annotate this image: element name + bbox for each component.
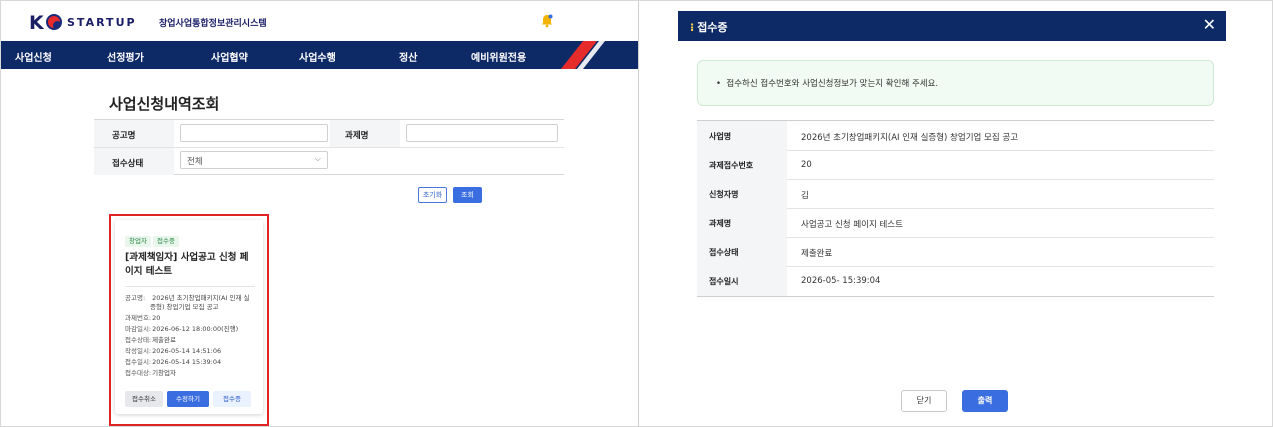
favorite-star-icon[interactable]: ☆ <box>207 94 219 109</box>
status-select[interactable]: 전체 ⌵ <box>180 151 328 169</box>
modal-title-text: 접수증 <box>697 21 728 34</box>
table-row: 사업명 2026년 초기창업패키지(AI 인재 실증형) 창업기업 모집 공고 <box>697 121 1214 151</box>
info-value: 20 <box>152 314 161 322</box>
card-divider <box>125 286 255 287</box>
edit-button[interactable]: 수정하기 <box>167 391 209 407</box>
info-row-notice: 공고명: 2026년 초기창업패키지(AI 인재 실 <box>125 294 260 303</box>
row-label: 사업명 <box>709 132 732 141</box>
table-row: 신청자명 김 <box>697 179 1214 209</box>
card-title: [과제책임자] 사업공고 신청 페이지 테스트 <box>125 252 249 277</box>
row-value: 20 <box>801 160 812 170</box>
receipt-button[interactable]: 접수증 <box>213 391 251 407</box>
info-value: 기창업자 <box>152 369 176 377</box>
nav-item-evaluation[interactable]: 선정평가 <box>107 49 144 64</box>
notice-box: • 접수하신 접수번호와 사업신청정보가 맞는지 확인해 주세요. <box>697 60 1214 106</box>
row-label: 과제명 <box>709 219 732 228</box>
row-value: 사업공고 신청 페이지 테스트 <box>801 220 903 230</box>
status-select-value: 전체 <box>187 157 203 167</box>
info-notice-continued: 증형) 창업기업 모집 공고 <box>150 303 219 311</box>
row-divider <box>94 147 564 148</box>
info-value: 2026-05-14 14:51:06 <box>152 347 222 355</box>
nav-item-execution[interactable]: 사업수행 <box>299 49 336 64</box>
info-value: 2026-05-14 15:39:04 <box>152 358 222 366</box>
table-row: 과제명 사업공고 신청 페이지 테스트 <box>697 208 1214 238</box>
info-key: 접수일시: <box>125 358 152 366</box>
info-row-received: 접수일시: 2026-05-14 15:39:04 <box>125 358 260 367</box>
title-dot-icon: ⁝ <box>690 21 695 34</box>
info-row-task-number: 과제번호: 20 <box>125 314 260 323</box>
top-header: K STARTUP 창업사업통합정보관리시스템 <box>1 1 638 41</box>
modal-header: ⁝ 접수증 ✕ <box>678 11 1226 41</box>
reset-button[interactable]: 초기화 <box>418 187 447 203</box>
receipt-modal: ⁝ 접수증 ✕ • 접수하신 접수번호와 사업신청정보가 맞는지 확인해 주세요.… <box>639 1 1272 426</box>
nav-decoration <box>561 41 605 69</box>
application-list-page: K STARTUP 창업사업통합정보관리시스템 사업신청 선정평가 사업협약 사… <box>1 1 638 426</box>
info-row-status: 접수상태: 제출완료 <box>125 336 260 345</box>
print-button[interactable]: 출력 <box>962 390 1008 412</box>
row-value: 2026년 초기창업패키지(AI 인재 실증형) 창업기업 모집 공고 <box>801 133 1019 143</box>
row-value: 김 <box>801 191 809 201</box>
chevron-down-icon: ⌵ <box>314 154 321 163</box>
nav-item-agreement[interactable]: 사업협약 <box>211 49 248 64</box>
receipt-detail-table: 사업명 2026년 초기창업패키지(AI 인재 실증형) 창업기업 모집 공고 … <box>697 120 1214 297</box>
table-row: 접수상태 제출완료 <box>697 237 1214 267</box>
info-key: 공고명: <box>125 294 146 302</box>
row-label: 과제접수번호 <box>709 161 754 170</box>
close-button[interactable]: 닫기 <box>901 390 947 412</box>
row-label: 신청자명 <box>709 190 739 199</box>
notice-name-label: 공고명 <box>112 131 136 141</box>
modal-title: ⁝ 접수증 <box>690 19 728 35</box>
logo-circle-icon <box>46 14 62 30</box>
row-value: 제출완료 <box>801 249 833 259</box>
search-filter-table: 공고명 과제명 접수상태 전체 ⌵ <box>94 119 564 175</box>
table-row: 접수일시 2026-05- 15:39:04 <box>697 266 1214 296</box>
info-key: 작성일시: <box>125 347 152 355</box>
status-label: 접수상태 <box>112 159 144 169</box>
nav-item-settlement[interactable]: 정산 <box>399 49 417 64</box>
info-value: 2026-06-12 18:00:00(진행) <box>152 325 239 333</box>
founder-tag: 창업자 <box>125 236 151 247</box>
page-title: 사업신청내역조회 <box>109 95 220 113</box>
close-icon[interactable]: ✕ <box>1203 16 1216 34</box>
search-button[interactable]: 조회 <box>453 187 482 203</box>
system-name: 창업사업통합정보관리시스템 <box>159 19 267 29</box>
info-key: 접수대상: <box>125 369 152 377</box>
info-row-target: 접수대상: 기창업자 <box>125 369 260 378</box>
table-row: 과제접수번호 20 <box>697 150 1214 180</box>
task-name-input[interactable] <box>406 124 558 142</box>
notice-text: • 접수하신 접수번호와 사업신청정보가 맞는지 확인해 주세요. <box>716 79 939 89</box>
logo-wordmark: STARTUP <box>67 16 137 29</box>
info-row-deadline: 마감일시: 2026-06-12 18:00:00(진행) <box>125 325 260 334</box>
task-name-label: 과제명 <box>345 131 369 141</box>
notice-message: 접수하신 접수번호와 사업신청정보가 맞는지 확인해 주세요. <box>726 79 939 89</box>
cancel-application-button[interactable]: 접수취소 <box>125 391 163 407</box>
main-navigation: 사업신청 선정평가 사업협약 사업수행 정산 예비위원전용 <box>1 41 638 69</box>
nav-item-reviewer[interactable]: 예비위원전용 <box>471 49 526 64</box>
status-tag: 접수중 <box>153 236 179 247</box>
nav-item-apply[interactable]: 사업신청 <box>15 49 52 64</box>
info-value: 2026년 초기창업패키지(AI 인재 실 <box>152 294 250 302</box>
row-label: 접수상태 <box>709 248 739 257</box>
info-key: 접수상태: <box>125 336 152 344</box>
info-row-created: 작성일시: 2026-05-14 14:51:06 <box>125 347 260 356</box>
logo-k: K <box>29 12 44 34</box>
info-value: 제출완료 <box>152 336 176 344</box>
row-label: 접수일시 <box>709 277 739 286</box>
info-key: 과제번호: <box>125 314 152 322</box>
row-value: 2026-05- 15:39:04 <box>801 276 881 286</box>
bell-icon[interactable] <box>539 13 555 29</box>
notice-name-input[interactable] <box>180 124 328 142</box>
application-card: 창업자 접수중 [과제책임자] 사업공고 신청 페이지 테스트 공고명: 202… <box>115 220 263 414</box>
info-key: 마감일시: <box>125 325 152 333</box>
